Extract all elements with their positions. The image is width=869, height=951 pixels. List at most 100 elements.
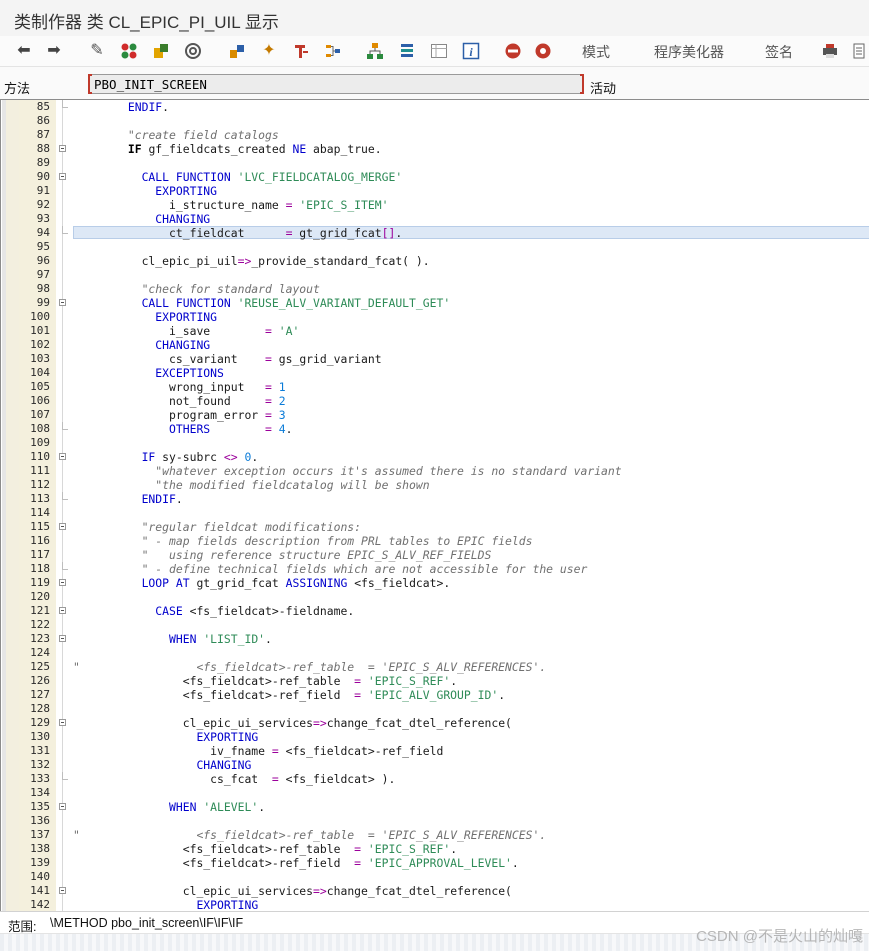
code-text[interactable]: cl_epic_ui_services=>change_fcat_dtel_re… bbox=[73, 884, 512, 898]
code-text[interactable]: CHANGING bbox=[73, 338, 210, 352]
forward-arrow-icon[interactable]: ➡ bbox=[45, 42, 63, 60]
table-view-icon[interactable] bbox=[430, 42, 448, 60]
code-line[interactable]: 140 bbox=[1, 870, 869, 884]
code-line[interactable]: 113 ENDIF. bbox=[1, 492, 869, 506]
code-line[interactable]: 129 cl_epic_ui_services=>change_fcat_dte… bbox=[1, 716, 869, 730]
activate-icon[interactable] bbox=[152, 42, 170, 60]
code-line[interactable]: 95 bbox=[1, 240, 869, 254]
code-line[interactable]: 93 CHANGING bbox=[1, 212, 869, 226]
code-text[interactable]: " using reference structure EPIC_S_ALV_R… bbox=[73, 548, 492, 562]
code-line[interactable]: 133 cs_fcat = <fs_fieldcat> ). bbox=[1, 772, 869, 786]
code-line[interactable]: 88 IF gf_fieldcats_created NE abap_true. bbox=[1, 142, 869, 156]
display-change-icon[interactable]: ✎ bbox=[88, 42, 106, 60]
code-line[interactable]: 100 EXPORTING bbox=[1, 310, 869, 324]
code-line[interactable]: 138 <fs_fieldcat>-ref_table = 'EPIC_S_RE… bbox=[1, 842, 869, 856]
code-line[interactable]: 135 WHEN 'ALEVEL'. bbox=[1, 800, 869, 814]
fold-toggle-icon[interactable] bbox=[59, 299, 66, 306]
code-text[interactable]: "create field catalogs bbox=[73, 128, 279, 142]
code-line[interactable]: 136 bbox=[1, 814, 869, 828]
pattern-button[interactable]: 模式 bbox=[582, 42, 610, 62]
code-line[interactable]: 107 program_error = 3 bbox=[1, 408, 869, 422]
back-arrow-icon[interactable]: ⬅ bbox=[15, 42, 33, 60]
hierarchy-icon[interactable] bbox=[366, 42, 384, 60]
code-text[interactable]: CALL FUNCTION 'LVC_FIELDCATALOG_MERGE' bbox=[73, 170, 403, 184]
code-text[interactable]: " - map fields description from PRL tabl… bbox=[73, 534, 533, 548]
check-icon[interactable] bbox=[184, 42, 202, 60]
code-line[interactable]: 94 ct_fieldcat = gt_grid_fcat[]. bbox=[1, 226, 869, 240]
code-line[interactable]: 85 ENDIF. bbox=[1, 100, 869, 114]
code-text[interactable]: cl_epic_pi_uil=>_provide_standard_fcat( … bbox=[73, 254, 430, 268]
code-text[interactable]: " <fs_fieldcat>-ref_table = 'EPIC_S_ALV_… bbox=[73, 660, 546, 674]
test-icon[interactable] bbox=[228, 42, 246, 60]
code-line[interactable]: 120 bbox=[1, 590, 869, 604]
code-line[interactable]: 86 bbox=[1, 114, 869, 128]
fold-toggle-icon[interactable] bbox=[59, 145, 66, 152]
code-line[interactable]: 87 "create field catalogs bbox=[1, 128, 869, 142]
code-text[interactable]: "check for standard layout bbox=[73, 282, 320, 296]
code-line[interactable]: 114 bbox=[1, 506, 869, 520]
breakpoint-session-icon[interactable] bbox=[504, 42, 522, 60]
code-text[interactable]: CHANGING bbox=[73, 212, 210, 226]
code-text[interactable]: " - define technical fields which are no… bbox=[73, 562, 588, 576]
code-line[interactable]: 128 bbox=[1, 702, 869, 716]
code-line[interactable]: 124 bbox=[1, 646, 869, 660]
code-line[interactable]: 108 OTHERS = 4. bbox=[1, 422, 869, 436]
code-text[interactable]: cl_epic_ui_services=>change_fcat_dtel_re… bbox=[73, 716, 512, 730]
fold-toggle-icon[interactable] bbox=[59, 719, 66, 726]
code-line[interactable]: 98 "check for standard layout bbox=[1, 282, 869, 296]
code-line[interactable]: 89 bbox=[1, 156, 869, 170]
code-line[interactable]: 104 EXCEPTIONS bbox=[1, 366, 869, 380]
more-icon[interactable] bbox=[852, 42, 869, 60]
code-line[interactable]: 99 CALL FUNCTION 'REUSE_ALV_VARIANT_DEFA… bbox=[1, 296, 869, 310]
code-line[interactable]: 131 iv_fname = <fs_fieldcat>-ref_field bbox=[1, 744, 869, 758]
code-text[interactable]: EXPORTING bbox=[73, 898, 258, 911]
code-line[interactable]: 137 " <fs_fieldcat>-ref_table = 'EPIC_S_A… bbox=[1, 828, 869, 842]
code-line[interactable]: 122 bbox=[1, 618, 869, 632]
fold-toggle-icon[interactable] bbox=[59, 453, 66, 460]
code-line[interactable]: 105 wrong_input = 1 bbox=[1, 380, 869, 394]
code-text[interactable]: not_found = 2 bbox=[73, 394, 286, 408]
fold-toggle-icon[interactable] bbox=[59, 579, 66, 586]
code-text[interactable]: IF sy-subrc <> 0. bbox=[73, 450, 259, 464]
code-line[interactable]: 123 WHEN 'LIST_ID'. bbox=[1, 632, 869, 646]
fold-toggle-icon[interactable] bbox=[59, 803, 66, 810]
pretty-printer-button[interactable]: 程序美化器 bbox=[654, 42, 724, 62]
code-text[interactable]: CHANGING bbox=[73, 758, 251, 772]
fold-toggle-icon[interactable] bbox=[59, 887, 66, 894]
code-text[interactable]: <fs_fieldcat>-ref_field = 'EPIC_APPROVAL… bbox=[73, 856, 519, 870]
fold-toggle-icon[interactable] bbox=[59, 523, 66, 530]
code-text[interactable]: ct_fieldcat = gt_grid_fcat[]. bbox=[73, 226, 402, 240]
code-line[interactable]: 142 EXPORTING bbox=[1, 898, 869, 911]
code-text[interactable]: "whatever exception occurs it's assumed … bbox=[73, 464, 621, 478]
code-text[interactable]: <fs_fieldcat>-ref_table = 'EPIC_S_REF'. bbox=[73, 674, 457, 688]
code-text[interactable]: WHEN 'LIST_ID'. bbox=[73, 632, 272, 646]
code-text[interactable]: CASE <fs_fieldcat>-fieldname. bbox=[73, 604, 354, 618]
code-line[interactable]: 116 " - map fields description from PRL … bbox=[1, 534, 869, 548]
code-editor[interactable]: 85 ENDIF. 86 87 "create field catalogs 88 I… bbox=[0, 99, 869, 911]
code-text[interactable]: wrong_input = 1 bbox=[73, 380, 286, 394]
fold-toggle-icon[interactable] bbox=[59, 635, 66, 642]
code-line[interactable]: 110 IF sy-subrc <> 0. bbox=[1, 450, 869, 464]
code-text[interactable]: "regular fieldcat modifications: bbox=[73, 520, 361, 534]
code-line[interactable]: 106 not_found = 2 bbox=[1, 394, 869, 408]
code-text[interactable]: iv_fname = <fs_fieldcat>-ref_field bbox=[73, 744, 443, 758]
code-text[interactable]: "the modified fieldcatalog will be shown bbox=[73, 478, 429, 492]
code-text[interactable]: LOOP AT gt_grid_fcat ASSIGNING <fs_field… bbox=[73, 576, 451, 590]
code-line[interactable]: 130 EXPORTING bbox=[1, 730, 869, 744]
where-used-icon[interactable] bbox=[324, 42, 342, 60]
code-text[interactable]: <fs_fieldcat>-ref_table = 'EPIC_S_REF'. bbox=[73, 842, 457, 856]
object-switch-icon[interactable] bbox=[120, 42, 138, 60]
code-line[interactable]: 115 "regular fieldcat modifications: bbox=[1, 520, 869, 534]
code-line[interactable]: 118 " - define technical fields which ar… bbox=[1, 562, 869, 576]
code-line[interactable]: 102 CHANGING bbox=[1, 338, 869, 352]
code-line[interactable]: 91 EXPORTING bbox=[1, 184, 869, 198]
code-line[interactable]: 92 i_structure_name = 'EPIC_S_ITEM' bbox=[1, 198, 869, 212]
code-text[interactable]: <fs_fieldcat>-ref_field = 'EPIC_ALV_GROU… bbox=[73, 688, 505, 702]
code-line[interactable]: 119 LOOP AT gt_grid_fcat ASSIGNING <fs_f… bbox=[1, 576, 869, 590]
code-text[interactable]: CALL FUNCTION 'REUSE_ALV_VARIANT_DEFAULT… bbox=[73, 296, 451, 310]
code-line[interactable]: 97 bbox=[1, 268, 869, 282]
info-icon[interactable]: i bbox=[462, 42, 480, 60]
code-text[interactable]: program_error = 3 bbox=[73, 408, 286, 422]
object-list-icon[interactable] bbox=[398, 42, 416, 60]
code-text[interactable]: " <fs_fieldcat>-ref_table = 'EPIC_S_ALV_… bbox=[73, 828, 546, 842]
